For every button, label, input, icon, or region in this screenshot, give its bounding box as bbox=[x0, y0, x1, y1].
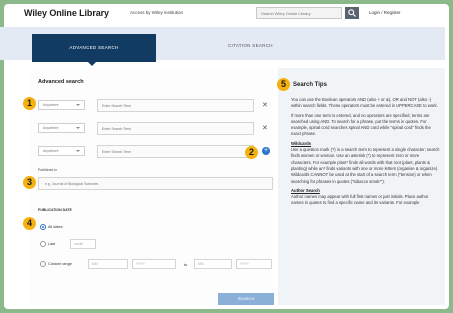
chevron-down-icon bbox=[76, 104, 80, 106]
chevron-down-icon bbox=[76, 150, 80, 152]
global-search-input[interactable] bbox=[256, 7, 342, 19]
from-year-select[interactable]: YYYY bbox=[132, 259, 176, 269]
magnifier-icon bbox=[348, 9, 356, 17]
published-in-label: Published in bbox=[38, 168, 58, 172]
radio-last[interactable] bbox=[40, 241, 46, 247]
tips-paragraph-phrases: If more than one term is entered, and no… bbox=[291, 112, 431, 137]
search-term-input-1[interactable] bbox=[97, 99, 254, 112]
active-tab-pointer bbox=[88, 62, 96, 66]
institution-access-link[interactable]: Access by Wiley institution bbox=[130, 10, 183, 15]
field-select-1[interactable]: Anywhere bbox=[38, 100, 85, 110]
to-month-value: MM bbox=[198, 262, 204, 266]
tips-paragraph-wildcards: Use a question mark (?) in a search term… bbox=[291, 147, 440, 184]
field-select-2[interactable]: Anywhere bbox=[38, 123, 85, 133]
site-logo[interactable]: Wiley Online Library bbox=[24, 8, 109, 18]
radio-custom-range[interactable] bbox=[40, 261, 46, 267]
search-tips-text: You can use the Boolean operators AND (a… bbox=[291, 97, 441, 210]
custom-range-label: Custom range bbox=[48, 262, 72, 266]
all-dates-label: All dates bbox=[48, 225, 63, 229]
to-year-select[interactable]: YYYY bbox=[236, 259, 272, 269]
publication-date-label: PUBLICATION DATE bbox=[38, 208, 72, 212]
to-year-value: YYYY bbox=[240, 262, 249, 266]
field-select-3[interactable]: Anywhere bbox=[38, 146, 85, 156]
search-tips-title: Search Tips bbox=[293, 82, 327, 88]
published-in-input[interactable] bbox=[38, 177, 273, 190]
to-month-select[interactable]: MM bbox=[194, 259, 232, 269]
radio-all-dates[interactable] bbox=[40, 224, 46, 230]
callout-badge-2: 2 bbox=[245, 146, 258, 159]
field-select-label: Anywhere bbox=[43, 103, 59, 107]
callout-badge-1: 1 bbox=[23, 97, 36, 110]
tab-citation-search[interactable]: CITATION SEARCH bbox=[228, 43, 273, 48]
close-icon[interactable]: ✕ bbox=[262, 102, 268, 109]
field-select-label: Anywhere bbox=[43, 149, 59, 153]
range-to-label: to bbox=[184, 263, 188, 267]
advanced-search-submit-button[interactable]: SEARCH bbox=[218, 293, 274, 305]
advanced-search-title: Advanced search bbox=[38, 79, 84, 85]
callout-badge-4: 4 bbox=[23, 217, 36, 230]
global-search-button[interactable] bbox=[345, 7, 359, 19]
chevron-down-icon bbox=[76, 127, 80, 129]
last-unit-value: month bbox=[74, 242, 84, 246]
callout-badge-5: 5 bbox=[277, 78, 290, 91]
field-select-label: Anywhere bbox=[43, 126, 59, 130]
search-term-input-3[interactable] bbox=[97, 145, 254, 158]
search-term-input-2[interactable] bbox=[97, 122, 254, 135]
plus-circle-icon[interactable]: + bbox=[262, 147, 270, 155]
tips-paragraph-author: Author names may appear with full first … bbox=[291, 194, 429, 206]
tips-paragraph-boolean: You can use the Boolean operators AND (a… bbox=[291, 97, 438, 109]
login-register-link[interactable]: Login / Register bbox=[369, 10, 401, 15]
last-label: Last bbox=[48, 242, 56, 246]
from-month-select[interactable]: MM bbox=[88, 259, 128, 269]
close-icon[interactable]: ✕ bbox=[262, 125, 268, 132]
callout-badge-3: 3 bbox=[23, 176, 36, 189]
tab-advanced-search[interactable]: ADVANCED SEARCH bbox=[32, 34, 156, 62]
from-month-value: MM bbox=[92, 262, 98, 266]
from-year-value: YYYY bbox=[136, 262, 145, 266]
last-unit-select[interactable]: month bbox=[70, 239, 96, 249]
